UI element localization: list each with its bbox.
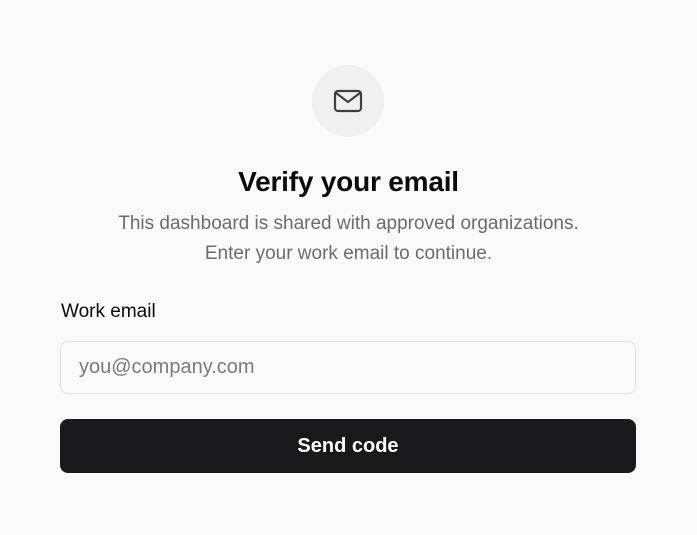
subtitle-line-1: This dashboard is shared with approved o… — [118, 213, 579, 234]
verify-email-page: Verify your email This dashboard is shar… — [0, 0, 697, 535]
mail-icon-badge — [312, 65, 384, 137]
email-field-label: Work email — [61, 301, 156, 322]
subtitle-line-2: Enter your work email to continue. — [204, 243, 493, 264]
send-code-button[interactable]: Send code — [60, 419, 636, 473]
page-title: Verify your email — [238, 166, 459, 197]
mail-icon — [333, 89, 363, 113]
email-field[interactable] — [60, 341, 636, 394]
